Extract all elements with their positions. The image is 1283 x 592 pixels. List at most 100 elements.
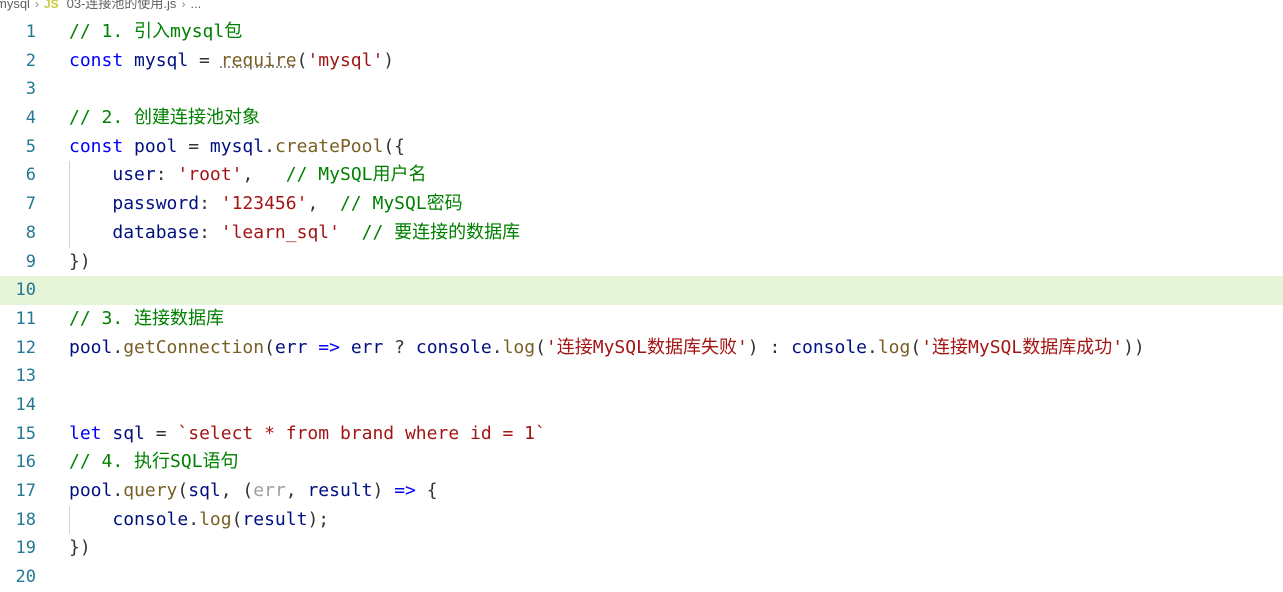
code-line[interactable]: 7 password: '123456', // MySQL密码 [0,190,1283,219]
code-token: 'mysql' [307,49,384,71]
breadcrumb-folder[interactable]: mysql [0,0,30,10]
code-token: pool [134,135,178,157]
code-token: ( [535,336,546,358]
code-token: const [69,49,124,71]
code-line[interactable]: 10 [0,276,1283,305]
code-token: require [220,49,297,71]
code-token: // MySQL用户名 [285,164,427,186]
code-line[interactable]: 20 [0,563,1283,592]
code-line[interactable]: 12 pool.getConnection(err => err ? consol… [0,334,1283,363]
code-token: ) [372,480,395,501]
code-token: sql [112,422,145,444]
chevron-right-icon: › [181,0,186,11]
code-token: . [491,336,503,358]
code-token: sql [188,480,221,501]
code-line[interactable]: 11 // 3. 连接数据库 [0,305,1283,334]
line-number: 19 [15,538,36,559]
code-token: let [69,422,102,444]
code-token: ( [231,508,243,530]
code-line[interactable]: 4 // 2. 创建连接池对象 [0,104,1283,133]
line-number: 12 [15,337,36,358]
code-token: , [307,193,340,215]
line-number: 6 [25,165,36,186]
code-token: // 1. 引入mysql包 [69,21,243,42]
code-text: database: 'learn_sql' // 要连接的数据库 [69,219,520,248]
code-token: : [199,221,221,243]
code-line[interactable]: 8 database: 'learn_sql' // 要连接的数据库 [0,218,1283,248]
code-token: ? [383,336,416,358]
code-token: mysql [134,49,189,71]
line-number: 11 [15,308,36,329]
line-number: 2 [25,50,36,71]
line-number: 16 [15,452,36,473]
code-token: }) [69,250,91,272]
code-text: const mysql = require('mysql') [69,47,394,76]
code-line[interactable]: 9}) [0,248,1283,277]
code-token: mysql [209,135,265,157]
code-line[interactable]: 13 [0,362,1283,391]
code-token: = [144,422,178,444]
line-number: 20 [15,567,36,588]
code-line[interactable]: 16 // 4. 执行SQL语句 [0,448,1283,477]
code-token: . [112,480,124,501]
code-token: // 要连接的数据库 [361,221,521,243]
code-token: err [274,336,308,358]
code-token: , ( [220,480,254,501]
line-number: 14 [15,394,36,415]
code-token: err [350,336,384,358]
code-token: // 3. 连接数据库 [69,307,225,329]
code-token: console [791,336,867,358]
code-line[interactable]: 5 const pool = mysql.createPool({ [0,133,1283,162]
code-token: ( [264,336,275,358]
code-text: user: 'root', // MySQL用户名 [69,161,427,190]
breadcrumb-file[interactable]: 03-连接池的使用.js [67,0,177,10]
code-token: ( [910,336,922,358]
code-text: password: '123456', // MySQL密码 [69,190,462,219]
code-token: createPool [274,135,384,157]
chevron-right-icon: › [34,0,39,11]
code-line[interactable]: 1 // 1. 引入mysql包 [0,18,1283,47]
code-token: , [285,480,308,501]
code-token: => [394,480,416,501]
code-line[interactable]: 2 const mysql = require('mysql') [0,47,1283,76]
code-token: console [415,336,492,358]
code-token: = [177,135,210,157]
breadcrumb-symbol[interactable]: ... [190,0,201,10]
code-token: query [123,480,178,501]
code-token: ); [307,508,330,530]
code-token: : [199,193,221,215]
code-line[interactable]: 6 user: 'root', // MySQL用户名 [0,161,1283,191]
code-line[interactable]: 14 [0,391,1283,420]
javascript-file-icon: JS [43,0,59,11]
code-line[interactable]: 17 pool.query(sql, (err, result) => { [0,477,1283,506]
code-token: getConnection [123,336,265,358]
code-line[interactable]: 3 [0,75,1283,104]
code-token: . [867,336,878,358]
code-text: }) [69,534,91,563]
line-number: 8 [25,222,36,243]
line-number: 10 [15,280,36,301]
code-token: log [199,508,232,530]
code-token: const [69,135,124,157]
code-token: => [318,336,340,358]
code-line[interactable]: 18 console.log(result); [0,505,1283,535]
code-token: }) [69,537,91,559]
code-editor[interactable]: 1// 1. 引入mysql包 2 const mysql = require('m… [0,18,1283,592]
code-token: err [253,480,286,501]
code-token: `select * from brand where id = 1` [177,422,546,444]
code-token: )) [1123,336,1145,358]
code-text: // 1. 引入mysql包 [69,18,242,47]
code-line[interactable]: 15 let sql = `select * from brand where i… [0,420,1283,449]
code-token: ({ [383,135,405,157]
code-token: , [242,164,286,186]
code-token: ( [296,49,308,71]
code-line[interactable]: 19}) [0,534,1283,563]
